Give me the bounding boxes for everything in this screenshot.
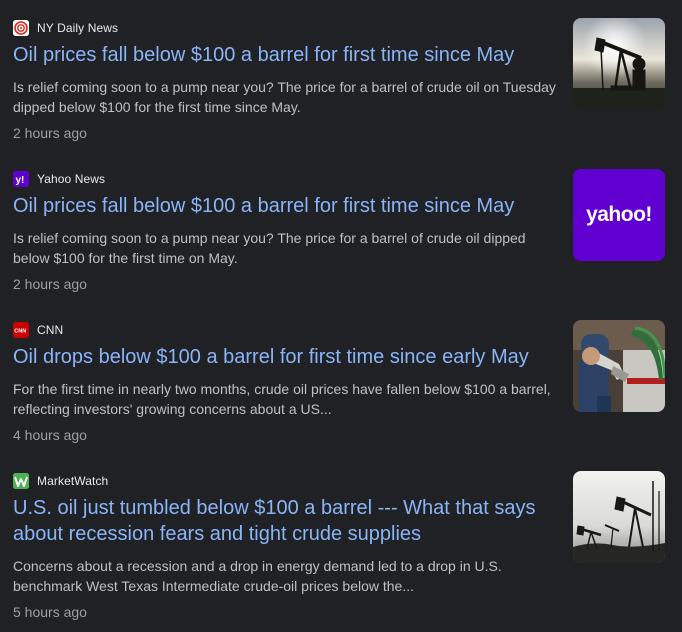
article-headline-link[interactable]: Oil prices fall below $100 a barrel for … bbox=[13, 42, 558, 68]
cnn-logo-icon: CNN bbox=[13, 322, 29, 338]
fuel-pump-nozzle-photo bbox=[573, 320, 665, 412]
article-snippet: Concerns about a recession and a drop in… bbox=[13, 558, 502, 594]
oil-pump-jacks-silhouette-photo bbox=[573, 471, 665, 563]
svg-text:y!: y! bbox=[16, 175, 25, 186]
article-source: CNN CNN bbox=[13, 321, 63, 339]
article-timestamp: 2 hours ago bbox=[13, 276, 87, 292]
marketwatch-logo-icon bbox=[13, 473, 29, 489]
news-article[interactable]: NY Daily News Oil prices fall below $100… bbox=[0, 18, 682, 169]
article-headline-link[interactable]: Oil drops below $100 a barrel for first … bbox=[13, 344, 558, 370]
article-headline-link[interactable]: Oil prices fall below $100 a barrel for … bbox=[13, 193, 558, 219]
article-thumbnail[interactable] bbox=[573, 471, 665, 563]
news-article[interactable]: CNN CNN Oil drops below $100 a barrel fo… bbox=[0, 320, 682, 471]
yahoo-logo-icon: y! bbox=[13, 171, 29, 187]
ny-daily-news-logo-icon bbox=[13, 20, 29, 36]
article-thumbnail[interactable] bbox=[573, 320, 665, 412]
source-name: NY Daily News bbox=[37, 21, 119, 35]
news-article[interactable]: MarketWatch U.S. oil just tumbled below … bbox=[0, 471, 682, 622]
article-timestamp: 4 hours ago bbox=[13, 427, 87, 443]
article-snippet: Is relief coming soon to a pump near you… bbox=[13, 79, 556, 115]
article-snippet: For the first time in nearly two months,… bbox=[13, 381, 551, 417]
source-name: CNN bbox=[37, 323, 64, 337]
article-timestamp: 2 hours ago bbox=[13, 125, 87, 141]
source-name: Yahoo News bbox=[37, 172, 106, 186]
article-thumbnail[interactable]: yahoo! bbox=[573, 169, 665, 261]
article-timestamp: 5 hours ago bbox=[13, 604, 87, 620]
svg-text:CNN: CNN bbox=[14, 329, 26, 335]
yahoo-wordmark: yahoo! bbox=[586, 203, 652, 226]
news-results-feed: NY Daily News Oil prices fall below $100… bbox=[0, 0, 682, 632]
article-source: NY Daily News bbox=[13, 19, 118, 37]
article-source: MarketWatch bbox=[13, 472, 108, 490]
news-article[interactable]: y! Yahoo News Oil prices fall below $100… bbox=[0, 169, 682, 320]
article-headline-link[interactable]: U.S. oil just tumbled below $100 a barre… bbox=[13, 495, 558, 547]
article-source: y! Yahoo News bbox=[13, 170, 105, 188]
oil-pump-jack-sunset-photo bbox=[573, 18, 665, 110]
article-snippet: Is relief coming soon to a pump near you… bbox=[13, 230, 526, 266]
source-name: MarketWatch bbox=[37, 474, 109, 488]
article-thumbnail[interactable] bbox=[573, 18, 665, 110]
